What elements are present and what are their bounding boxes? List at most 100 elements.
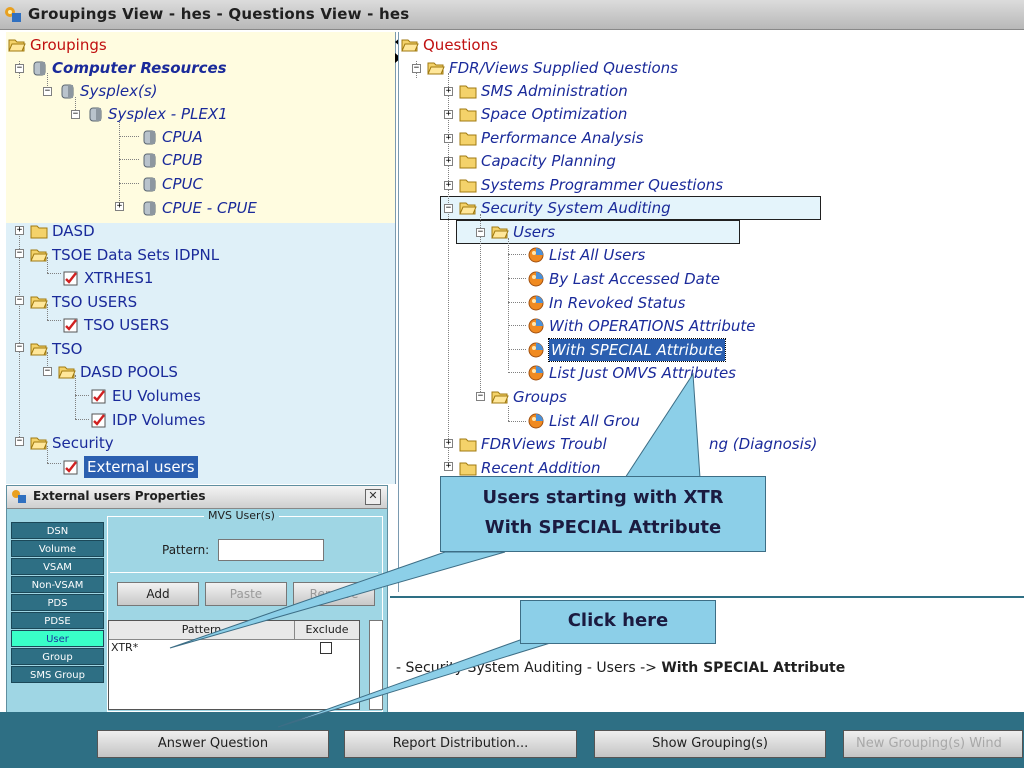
- node-computer-resources[interactable]: Computer Resources: [30, 57, 227, 79]
- report-distribution-button[interactable]: Report Distribution...: [344, 730, 577, 758]
- question-revoked-status[interactable]: In Revoked Status: [527, 292, 685, 314]
- node-label: Sysplex(s): [80, 82, 158, 100]
- node-eu-volumes[interactable]: EU Volumes: [90, 385, 201, 407]
- selected-question: With SPECIAL Attribute: [661, 660, 846, 676]
- column-header-exclude[interactable]: Exclude: [295, 621, 359, 640]
- node-users[interactable]: Users: [491, 221, 555, 243]
- folder-icon: [459, 132, 477, 146]
- node-cpu[interactable]: CPUE - CPUE: [140, 197, 257, 219]
- report-icon: [63, 271, 78, 286]
- report-icon: [91, 413, 106, 428]
- folder-icon: [459, 85, 477, 99]
- node-external-users[interactable]: External users: [62, 456, 198, 478]
- node-label: Users: [513, 223, 556, 241]
- node-dasd[interactable]: DASD: [30, 220, 95, 242]
- question-special-attribute[interactable]: With SPECIAL Attribute: [527, 338, 726, 362]
- node-label: By Last Accessed Date: [549, 270, 720, 288]
- paste-button[interactable]: Paste: [205, 582, 287, 606]
- question-last-accessed[interactable]: By Last Accessed Date: [527, 268, 720, 290]
- node-label: TSO USERS: [84, 316, 170, 334]
- tab-user[interactable]: User: [11, 630, 104, 647]
- folder-open-icon: [30, 296, 48, 309]
- report-icon: [63, 460, 78, 475]
- report-icon: [91, 389, 106, 404]
- node-label: Computer Resources: [52, 59, 227, 77]
- node-cpu[interactable]: CPUB: [140, 149, 203, 171]
- node-cpu[interactable]: CPUC: [140, 173, 203, 195]
- question-ball-icon: [528, 342, 544, 358]
- node-cpu[interactable]: CPUA: [140, 126, 203, 148]
- folder-icon: [459, 155, 477, 169]
- table-cell-pattern[interactable]: XTR*: [111, 641, 138, 654]
- properties-title: External users Properties: [33, 489, 206, 503]
- tab-dsn[interactable]: DSN: [11, 522, 104, 539]
- exclude-checkbox[interactable]: [320, 642, 332, 654]
- node-label: FDRViews Troubl: [481, 435, 607, 453]
- node-category[interactable]: Systems Programmer Questions: [459, 174, 723, 196]
- question-ball-icon: [528, 413, 544, 429]
- questions-root[interactable]: Questions: [401, 34, 498, 56]
- groupings-root[interactable]: Groupings: [8, 34, 107, 56]
- node-label: Security: [52, 434, 114, 452]
- callout-line-1: Users starting with XTR: [482, 487, 724, 508]
- node-xtrhes1[interactable]: XTRHES1: [62, 267, 153, 289]
- properties-title-bar: External users Properties ✕: [7, 486, 387, 509]
- folder-open-icon: [30, 437, 48, 450]
- question-list-all-users[interactable]: List All Users: [527, 244, 645, 266]
- node-label: Space Optimization: [481, 105, 628, 123]
- folder-open-icon: [401, 39, 419, 52]
- folder-icon: [459, 462, 477, 476]
- add-button[interactable]: Add: [117, 582, 199, 606]
- question-ball-icon: [528, 295, 544, 311]
- node-category[interactable]: SMS Administration: [459, 80, 628, 102]
- column-header-pattern[interactable]: Pattern: [109, 621, 295, 640]
- node-tso-users-group[interactable]: TSO USERS: [30, 291, 137, 313]
- tab-vsam[interactable]: VSAM: [11, 558, 104, 575]
- node-label: DASD POOLS: [80, 363, 178, 381]
- node-groups[interactable]: Groups: [491, 386, 567, 408]
- tab-pdse[interactable]: PDSE: [11, 612, 104, 629]
- tab-non-vsam[interactable]: Non-VSAM: [11, 576, 104, 593]
- tab-sms-group[interactable]: SMS Group: [11, 666, 104, 683]
- tab-group[interactable]: Group: [11, 648, 104, 665]
- node-label: CPUA: [162, 128, 203, 146]
- groupings-tree[interactable]: − − − + + − − − − − Groupings Computer R…: [6, 32, 396, 484]
- answer-question-button[interactable]: Answer Question: [97, 730, 329, 758]
- node-label: Groupings: [30, 36, 107, 54]
- node-supplied-questions[interactable]: FDR/Views Supplied Questions: [427, 57, 678, 79]
- question-list-all-groups[interactable]: List All Grou: [527, 410, 640, 432]
- node-dasd-pools[interactable]: DASD POOLS: [58, 361, 178, 383]
- node-idp-volumes[interactable]: IDP Volumes: [90, 409, 205, 431]
- question-operations-attribute[interactable]: With OPERATIONS Attribute: [527, 315, 755, 337]
- question-omvs-attributes[interactable]: List Just OMVS Attributes: [527, 362, 736, 384]
- node-category[interactable]: Capacity Planning: [459, 150, 616, 172]
- remove-button[interactable]: Remove: [293, 582, 375, 606]
- node-tso[interactable]: TSO: [30, 338, 83, 360]
- table-scrollbar[interactable]: [369, 620, 383, 710]
- node-tsoe[interactable]: TSOE Data Sets IDPNL: [30, 244, 219, 266]
- node-security[interactable]: Security: [30, 432, 114, 454]
- cylinder-icon: [143, 177, 156, 192]
- node-label: List All Users: [549, 246, 646, 264]
- new-grouping-window-button[interactable]: New Grouping(s) Wind: [843, 730, 1023, 758]
- node-category[interactable]: Performance Analysis: [459, 127, 643, 149]
- question-ball-icon: [528, 247, 544, 263]
- path-middle: System Auditing - Users ->: [467, 660, 662, 676]
- node-security-auditing[interactable]: Security System Auditing: [459, 197, 671, 219]
- cylinder-icon: [143, 153, 156, 168]
- node-category[interactable]: Space Optimization: [459, 103, 627, 125]
- node-troubleshooting[interactable]: FDRViews Troubl: [459, 433, 607, 455]
- node-tso-users[interactable]: TSO USERS: [62, 314, 169, 336]
- path-prefix: - Security: [396, 660, 468, 676]
- title-bar: Groupings View - hes - Questions View - …: [0, 0, 1024, 30]
- pattern-input[interactable]: [218, 539, 324, 561]
- node-sysplexes[interactable]: Sysplex(s): [58, 80, 158, 102]
- close-icon[interactable]: ✕: [365, 489, 381, 505]
- show-groupings-button[interactable]: Show Grouping(s): [594, 730, 826, 758]
- node-label: With SPECIAL Attribute: [548, 338, 726, 362]
- node-plex1[interactable]: Sysplex - PLEX1: [86, 103, 228, 125]
- tab-volume[interactable]: Volume: [11, 540, 104, 557]
- cylinder-icon: [33, 61, 46, 76]
- pattern-table[interactable]: Pattern Exclude XTR*: [108, 620, 360, 710]
- tab-pds[interactable]: PDS: [11, 594, 104, 611]
